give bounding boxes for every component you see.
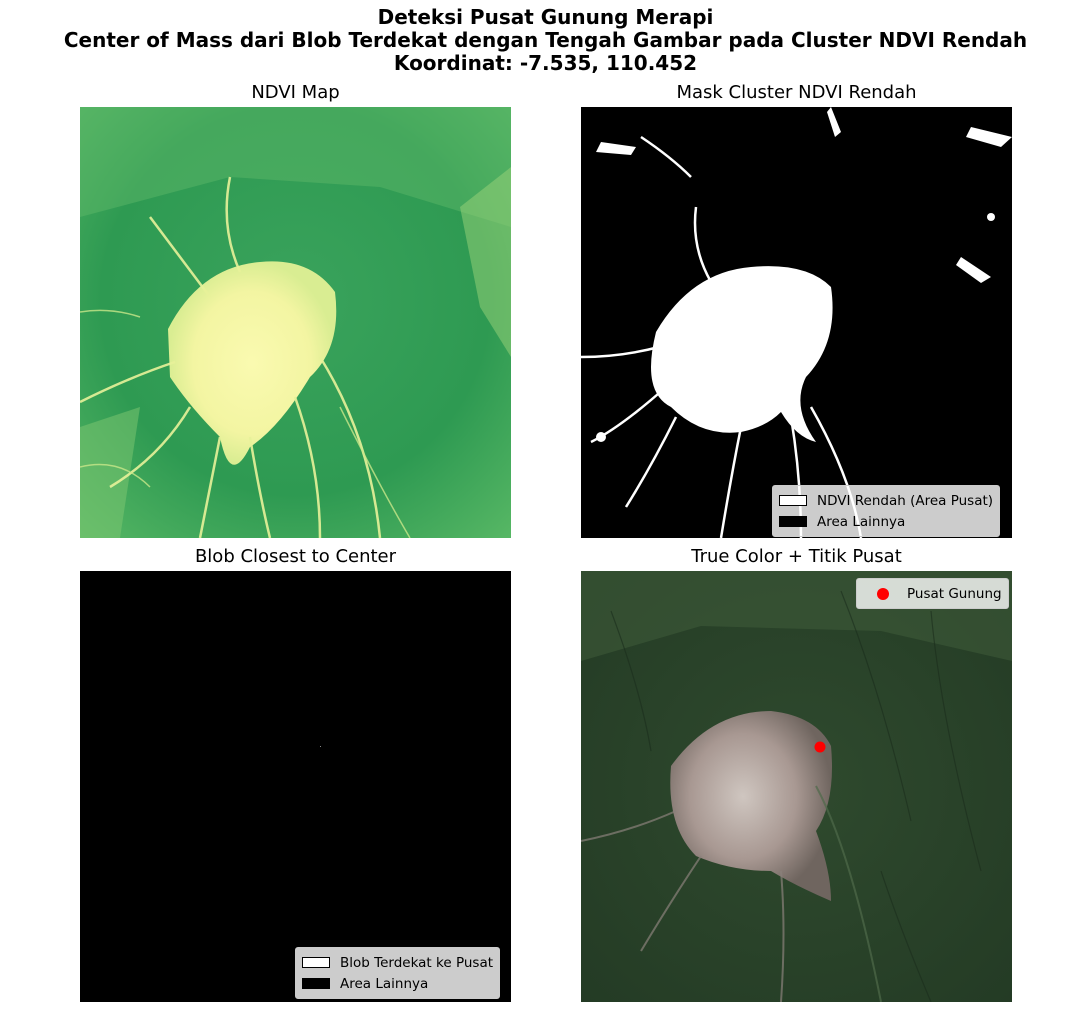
blob-legend-item-other: Area Lainnya bbox=[302, 973, 493, 994]
mask-legend-item-low-ndvi: NDVI Rendah (Area Pusat) bbox=[779, 490, 993, 511]
truecolor-legend-item-center: Pusat Gunung bbox=[863, 583, 1002, 604]
black-swatch-icon bbox=[779, 516, 807, 527]
truecolor-legend: Pusat Gunung bbox=[856, 578, 1009, 609]
blob-legend: Blob Terdekat ke Pusat Area Lainnya bbox=[295, 947, 501, 999]
blob-legend-label-2: Area Lainnya bbox=[340, 975, 429, 992]
blob-legend-item-nearest: Blob Terdekat ke Pusat bbox=[302, 952, 493, 973]
black-swatch-icon bbox=[302, 978, 330, 989]
mask-legend: NDVI Rendah (Area Pusat) Area Lainnya bbox=[772, 485, 1001, 537]
mask-legend-label-1: NDVI Rendah (Area Pusat) bbox=[817, 492, 994, 509]
white-swatch-icon bbox=[779, 495, 807, 506]
ndvi-map-image bbox=[80, 107, 511, 538]
figure-title-line-3: Koordinat: -7.535, 110.452 bbox=[393, 51, 698, 75]
truecolor-image bbox=[581, 571, 1012, 1002]
figure-title: Deteksi Pusat Gunung Merapi Center of Ma… bbox=[0, 6, 1091, 75]
mask-title: Mask Cluster NDVI Rendah bbox=[676, 82, 917, 103]
blob-legend-label-1: Blob Terdekat ke Pusat bbox=[340, 954, 494, 971]
ndvi-map-title: NDVI Map bbox=[251, 82, 340, 103]
blob-image bbox=[80, 571, 511, 1002]
figure-title-line-1: Deteksi Pusat Gunung Merapi bbox=[377, 5, 714, 29]
red-dot-icon bbox=[877, 587, 889, 600]
figure-title-line-2: Center of Mass dari Blob Terdekat dengan… bbox=[63, 28, 1028, 52]
mask-legend-item-other: Area Lainnya bbox=[779, 511, 993, 532]
mask-image bbox=[581, 107, 1012, 538]
white-swatch-icon bbox=[302, 957, 330, 968]
truecolor-title: True Color + Titik Pusat bbox=[691, 546, 902, 567]
mask-legend-label-2: Area Lainnya bbox=[817, 513, 906, 530]
mountain-center-marker bbox=[814, 741, 826, 753]
truecolor-legend-label-1: Pusat Gunung bbox=[907, 585, 1002, 602]
blob-title: Blob Closest to Center bbox=[194, 546, 397, 567]
